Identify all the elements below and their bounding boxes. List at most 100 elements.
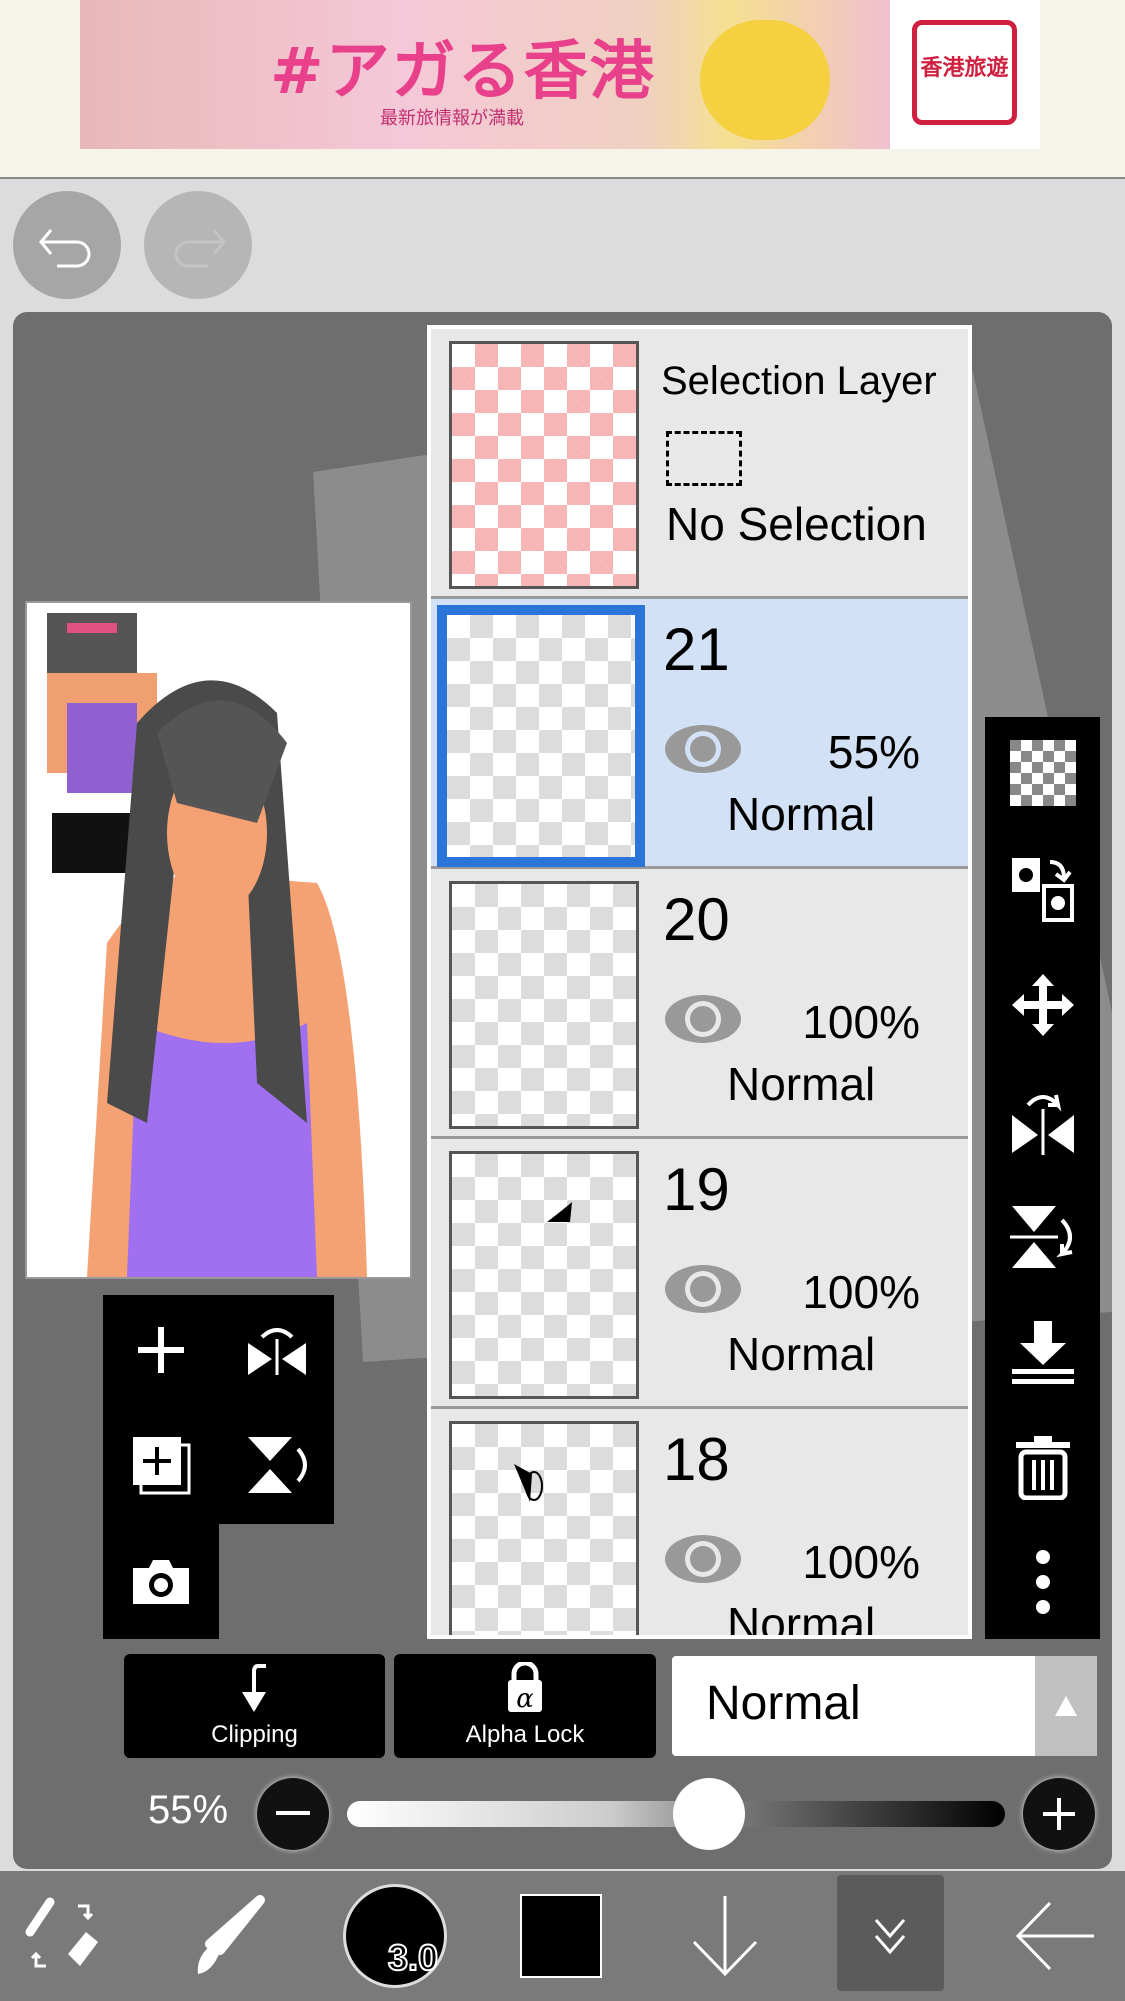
layer-number: 20	[663, 886, 730, 953]
brush-button[interactable]	[170, 1871, 290, 2001]
selection-marquee-icon	[666, 431, 742, 486]
layer-actions-toolbar	[103, 1295, 334, 1524]
move-button[interactable]	[985, 960, 1100, 1050]
drawing	[47, 613, 367, 1277]
transparency-button[interactable]	[985, 728, 1100, 818]
more-icon	[1035, 1550, 1050, 1614]
egg-tart-image	[700, 20, 830, 140]
layer-thumbnail	[449, 1151, 639, 1399]
flip-vertical-icon	[1009, 1206, 1072, 1268]
brush-eraser-swap-icon	[25, 1897, 98, 1968]
brush-icon	[197, 1895, 265, 1974]
brush-size-value: 3.0	[387, 1936, 439, 1979]
flip-horizontal-icon	[1011, 1094, 1074, 1155]
arrow-left-icon	[1016, 1901, 1094, 1971]
plus-icon	[1043, 1798, 1075, 1830]
selection-layer-row[interactable]: Selection Layer No Selection	[431, 329, 968, 599]
alpha-lock-icon: α	[508, 1660, 542, 1714]
alpha-lock-button[interactable]: α Alpha Lock	[394, 1654, 656, 1758]
clipping-label: Clipping	[211, 1721, 298, 1748]
move-icon	[1011, 974, 1074, 1036]
eye-icon[interactable]	[663, 1261, 743, 1317]
more-button[interactable]	[985, 1537, 1100, 1627]
scroll-down-button[interactable]	[665, 1871, 785, 2001]
bottom-toolbar: 3.0	[0, 1871, 1125, 2001]
flip-vertical-button[interactable]	[219, 1420, 334, 1510]
layers-panel[interactable]: Selection Layer No Selection 21 55% Norm…	[427, 325, 972, 1639]
layer-row-20[interactable]: 20 100% Normal	[431, 869, 968, 1139]
eye-icon[interactable]	[663, 991, 743, 1047]
layer-number: 19	[663, 1156, 730, 1223]
merge-down-icon	[1011, 1321, 1074, 1384]
eye-icon[interactable]	[663, 1531, 743, 1587]
layer-thumbnail	[449, 881, 639, 1129]
brush-size-button[interactable]: 3.0	[335, 1871, 455, 2001]
back-button[interactable]	[996, 1871, 1116, 2001]
double-chevron-down-icon	[874, 1919, 906, 1955]
flip-horizontal-icon	[247, 1328, 306, 1375]
transfer-button[interactable]	[985, 844, 1100, 934]
import-photo-button[interactable]	[103, 1536, 219, 1626]
redo-icon	[174, 229, 226, 268]
color-button[interactable]	[501, 1871, 621, 2001]
layer-opacity: 55%	[827, 726, 920, 778]
layer-row-18[interactable]: 18 100% Normal	[431, 1409, 968, 1639]
layer-row-19[interactable]: 19 100% Normal	[431, 1139, 968, 1409]
ad-title: #アガる香港	[270, 35, 656, 109]
transparency-icon	[1009, 740, 1076, 806]
minus-icon	[276, 1811, 310, 1815]
layer-blend-mode: Normal	[727, 1058, 876, 1110]
layer-row-21[interactable]: 21 55% Normal	[431, 599, 968, 869]
layer-blend-mode: Normal	[727, 1598, 876, 1639]
canvas-preview[interactable]	[25, 601, 412, 1279]
trash-icon	[1015, 1436, 1070, 1500]
flip-horizontal-button[interactable]	[985, 1077, 1100, 1167]
layer-opacity: 100%	[802, 1536, 920, 1588]
opacity-value: 55%	[148, 1788, 229, 1832]
tool-switch-button[interactable]	[4, 1871, 124, 2001]
layer-number: 21	[663, 616, 730, 683]
layer-opacity: 100%	[802, 1266, 920, 1318]
layer-blend-mode: Normal	[727, 1328, 876, 1380]
undo-button[interactable]	[13, 191, 121, 299]
layer-number: 18	[663, 1426, 730, 1493]
duplicate-layer-button[interactable]	[103, 1420, 219, 1510]
ad-image[interactable]: #アガる香港 最新旅情報が満載	[80, 0, 890, 149]
clipping-button[interactable]: Clipping	[124, 1654, 385, 1758]
delete-layer-button[interactable]	[985, 1422, 1100, 1512]
blend-mode-value: Normal	[706, 1677, 861, 1730]
camera-toolbar	[103, 1524, 219, 1639]
layer-tools-toolbar	[985, 717, 1100, 1639]
blend-mode-select[interactable]: Normal	[672, 1656, 1097, 1756]
blend-mode-arrow[interactable]	[1035, 1656, 1097, 1756]
merge-down-button[interactable]	[985, 1307, 1100, 1397]
layer-blend-mode: Normal	[727, 788, 876, 840]
color-swatch	[520, 1894, 602, 1978]
opacity-slider-handle[interactable]	[672, 1778, 745, 1850]
opacity-increase-button[interactable]	[1023, 1778, 1095, 1850]
opacity-decrease-button[interactable]	[257, 1778, 329, 1850]
flip-vertical-icon	[247, 1437, 307, 1493]
ad-logo: 香港旅遊	[890, 0, 1040, 149]
undo-icon	[39, 229, 91, 268]
flip-vertical-button[interactable]	[985, 1192, 1100, 1282]
triangle-up-icon	[1055, 1696, 1077, 1716]
ad-subtitle: 最新旅情報が満載	[380, 108, 524, 129]
layer-thumbnail	[437, 605, 645, 867]
transfer-icon	[1011, 858, 1074, 922]
redo-button[interactable]	[144, 191, 252, 299]
ad-banner[interactable]: #アガる香港 最新旅情報が満載 香港旅遊	[0, 0, 1125, 179]
layers-tab-button[interactable]	[830, 1871, 950, 2001]
arrow-down-icon	[692, 1896, 758, 1977]
layer-thumbnail	[449, 341, 639, 589]
alpha-lock-label: Alpha Lock	[465, 1721, 585, 1748]
add-layer-button[interactable]	[103, 1305, 219, 1395]
add-layer-icon	[138, 1327, 184, 1373]
flip-horizontal-button[interactable]	[219, 1305, 334, 1395]
eye-icon[interactable]	[663, 721, 743, 777]
layer-opacity: 100%	[802, 996, 920, 1048]
svg-text:α: α	[516, 1684, 534, 1714]
layer-thumbnail	[449, 1421, 639, 1635]
clipping-icon	[241, 1664, 266, 1712]
selection-layer-title: Selection Layer	[661, 359, 937, 403]
